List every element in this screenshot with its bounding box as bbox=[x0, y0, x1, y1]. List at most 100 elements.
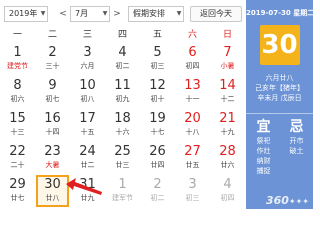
lunar-label: 初六 bbox=[10, 95, 25, 103]
ji-item: 开市 bbox=[289, 137, 304, 145]
lunar-date: 六月廿八 bbox=[265, 74, 294, 82]
day-cell[interactable]: 13 十一 bbox=[176, 76, 209, 108]
day-cell[interactable]: 1 建党节 bbox=[1, 43, 34, 75]
day-cell[interactable]: 3 六月 bbox=[71, 43, 104, 75]
day-cell[interactable]: 9 初七 bbox=[36, 76, 69, 108]
day-number: 15 bbox=[9, 111, 26, 126]
day-cell[interactable]: 18 十六 bbox=[106, 109, 139, 141]
day-number: 6 bbox=[188, 45, 197, 60]
day-cell[interactable]: 29 廿七 bbox=[1, 175, 34, 207]
day-number: 16 bbox=[44, 111, 61, 126]
yi-item: 作灶 bbox=[256, 147, 271, 155]
lunar-label: 初八 bbox=[80, 95, 95, 103]
day-cell[interactable]: 2 三十 bbox=[36, 43, 69, 75]
holiday-select[interactable]: 假期安排 ▼ bbox=[128, 6, 184, 22]
day-number: 2 bbox=[153, 177, 162, 192]
lunar-label: 廿六 bbox=[220, 161, 235, 169]
prev-month-button[interactable]: < bbox=[58, 6, 68, 22]
day-cell[interactable]: 11 初九 bbox=[106, 76, 139, 108]
day-number: 4 bbox=[118, 45, 127, 60]
lunar-label: 十六 bbox=[115, 128, 130, 136]
month-select-value: 7月 bbox=[75, 9, 89, 18]
lunar-label: 十一 bbox=[185, 95, 200, 103]
day-cell[interactable]: 1 建军节 bbox=[106, 175, 139, 207]
yi-ji-section: 宜 祭祀 作灶 纳财 捕捉 忌 开市 破土 bbox=[246, 118, 313, 198]
lunar-label: 廿七 bbox=[10, 194, 25, 202]
selected-day-badge: 30 bbox=[259, 25, 300, 65]
day-cell[interactable]: 14 十二 bbox=[211, 76, 244, 108]
lunar-label: 廿四 bbox=[150, 161, 165, 169]
weekday-label: 三 bbox=[82, 30, 92, 40]
next-month-button[interactable]: > bbox=[112, 6, 122, 22]
lunar-label: 廿三 bbox=[115, 161, 130, 169]
day-cell[interactable]: 28 廿六 bbox=[211, 142, 244, 174]
lunar-label: 初三 bbox=[150, 62, 165, 70]
day-cell[interactable]: 25 廿三 bbox=[106, 142, 139, 174]
lunar-label: 十五 bbox=[80, 128, 95, 136]
brand-logo-text: 360 bbox=[265, 194, 289, 207]
yi-title: 宜 bbox=[256, 119, 271, 135]
lunar-label: 初三 bbox=[185, 194, 200, 202]
day-number: 23 bbox=[44, 144, 61, 159]
day-cell[interactable]: 5 初三 bbox=[141, 43, 174, 75]
lunar-label: 初七 bbox=[45, 95, 60, 103]
weekday-label: 日 bbox=[222, 30, 232, 40]
lunar-label: 十二 bbox=[220, 95, 235, 103]
day-cell[interactable]: 23 大暑 bbox=[36, 142, 69, 174]
holiday-select-value: 假期安排 bbox=[133, 9, 165, 18]
day-number: 18 bbox=[114, 111, 131, 126]
day-cell[interactable]: 12 初十 bbox=[141, 76, 174, 108]
lunar-label: 十三 bbox=[10, 128, 25, 136]
day-cell[interactable]: 21 十九 bbox=[211, 109, 244, 141]
brand-logo: 360✦✦✦ bbox=[265, 194, 309, 207]
lunar-label: 六月 bbox=[80, 62, 95, 70]
day-cell[interactable]: 24 廿二 bbox=[71, 142, 104, 174]
lunar-label: 建党节 bbox=[7, 62, 28, 70]
day-cell[interactable]: 19 十七 bbox=[141, 109, 174, 141]
day-number: 7 bbox=[223, 45, 232, 60]
day-number: 3 bbox=[83, 45, 92, 60]
day-cell[interactable]: 8 初六 bbox=[1, 76, 34, 108]
year-select-value: 2019年 bbox=[9, 9, 38, 18]
month-select[interactable]: 7月 ▼ bbox=[70, 6, 110, 22]
chevron-down-icon: ▼ bbox=[176, 10, 182, 17]
day-cell[interactable]: 6 初四 bbox=[176, 43, 209, 75]
day-cell[interactable]: 3 初三 bbox=[176, 175, 209, 207]
day-number: 1 bbox=[13, 45, 22, 60]
day-number: 10 bbox=[79, 78, 96, 93]
day-cell[interactable]: 4 初四 bbox=[211, 175, 244, 207]
day-cell[interactable]: 20 十八 bbox=[176, 109, 209, 141]
lunar-label: 初四 bbox=[185, 62, 200, 70]
day-number: 8 bbox=[13, 78, 22, 93]
day-cell[interactable]: 27 廿五 bbox=[176, 142, 209, 174]
lunar-label: 初二 bbox=[150, 194, 165, 202]
day-number: 4 bbox=[223, 177, 232, 192]
day-cell[interactable]: 10 初八 bbox=[71, 76, 104, 108]
day-cell[interactable]: 15 十三 bbox=[1, 109, 34, 141]
day-cell[interactable]: 17 十五 bbox=[71, 109, 104, 141]
day-cell[interactable]: 7 小暑 bbox=[211, 43, 244, 75]
back-to-today-button[interactable]: 返回今天 bbox=[190, 6, 242, 22]
lunar-label: 十八 bbox=[185, 128, 200, 136]
day-number: 1 bbox=[118, 177, 127, 192]
day-number: 17 bbox=[79, 111, 96, 126]
lunar-label: 十七 bbox=[150, 128, 165, 136]
day-cell[interactable]: 26 廿四 bbox=[141, 142, 174, 174]
day-number: 25 bbox=[114, 144, 131, 159]
day-number: 3 bbox=[188, 177, 197, 192]
lunar-label: 小暑 bbox=[220, 62, 235, 70]
yi-item: 捕捉 bbox=[256, 167, 271, 175]
lunar-label: 初九 bbox=[115, 95, 130, 103]
day-cell[interactable]: 16 十四 bbox=[36, 109, 69, 141]
day-number: 21 bbox=[219, 111, 236, 126]
day-number: 2 bbox=[48, 45, 57, 60]
lunar-label: 二十 bbox=[10, 161, 25, 169]
day-cell[interactable]: 22 二十 bbox=[1, 142, 34, 174]
chevron-down-icon: ▼ bbox=[102, 10, 108, 17]
year-select[interactable]: 2019年 ▼ bbox=[4, 6, 48, 22]
panel-divider bbox=[246, 113, 313, 114]
ji-title: 忌 bbox=[289, 119, 304, 135]
day-cell[interactable]: 4 初二 bbox=[106, 43, 139, 75]
day-cell[interactable]: 2 初二 bbox=[141, 175, 174, 207]
pointer-arrow-icon bbox=[66, 178, 102, 195]
